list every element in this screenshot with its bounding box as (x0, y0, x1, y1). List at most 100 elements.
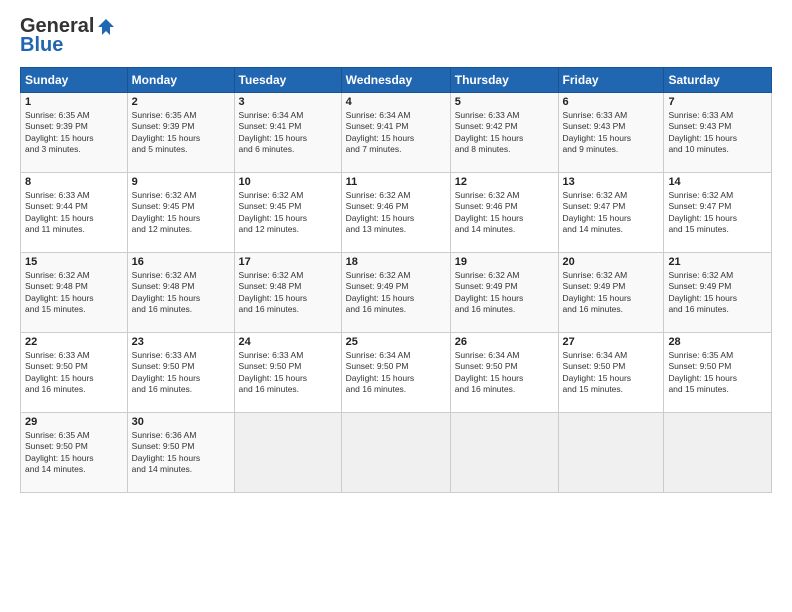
calendar-table: SundayMondayTuesdayWednesdayThursdayFrid… (20, 67, 772, 493)
logo: General Blue (20, 15, 116, 57)
day-number: 19 (455, 256, 554, 268)
calendar-cell: 17 Sunrise: 6:32 AMSunset: 9:48 PMDayligh… (234, 253, 341, 333)
day-info: Sunrise: 6:36 AMSunset: 9:50 PMDaylight:… (132, 430, 230, 476)
day-number: 18 (346, 256, 446, 268)
day-info: Sunrise: 6:34 AMSunset: 9:41 PMDaylight:… (239, 110, 337, 156)
day-info: Sunrise: 6:35 AMSunset: 9:50 PMDaylight:… (25, 430, 123, 476)
header-cell-friday: Friday (558, 68, 664, 93)
calendar-cell: 14 Sunrise: 6:32 AMSunset: 9:47 PMDayligh… (664, 173, 772, 253)
calendar-cell: 15 Sunrise: 6:32 AMSunset: 9:48 PMDayligh… (21, 253, 128, 333)
calendar-cell (664, 413, 772, 493)
week-row-3: 15 Sunrise: 6:32 AMSunset: 9:48 PMDayligh… (21, 253, 772, 333)
calendar-cell: 18 Sunrise: 6:32 AMSunset: 9:49 PMDayligh… (341, 253, 450, 333)
day-number: 22 (25, 336, 123, 348)
calendar-cell: 1 Sunrise: 6:35 AMSunset: 9:39 PMDaylight… (21, 93, 128, 173)
calendar-cell: 21Sunrise: 6:32 AMSunset: 9:49 PMDayligh… (664, 253, 772, 333)
header-cell-tuesday: Tuesday (234, 68, 341, 93)
day-number: 16 (132, 256, 230, 268)
day-number: 25 (346, 336, 446, 348)
header-row: SundayMondayTuesdayWednesdayThursdayFrid… (21, 68, 772, 93)
day-info: Sunrise: 6:33 AMSunset: 9:50 PMDaylight:… (239, 350, 337, 396)
calendar-cell: 16Sunrise: 6:32 AMSunset: 9:48 PMDayligh… (127, 253, 234, 333)
header-cell-sunday: Sunday (21, 68, 128, 93)
day-info: Sunrise: 6:35 AMSunset: 9:50 PMDaylight:… (668, 350, 767, 396)
day-info: Sunrise: 6:33 AMSunset: 9:43 PMDaylight:… (563, 110, 660, 156)
day-number: 21 (668, 256, 767, 268)
calendar-cell: 2Sunrise: 6:35 AMSunset: 9:39 PMDaylight… (127, 93, 234, 173)
week-row-1: 1 Sunrise: 6:35 AMSunset: 9:39 PMDaylight… (21, 93, 772, 173)
day-number: 1 (25, 96, 123, 108)
day-number: 14 (668, 176, 767, 188)
calendar-cell: 22 Sunrise: 6:33 AMSunset: 9:50 PMDayligh… (21, 333, 128, 413)
calendar-cell: 24 Sunrise: 6:33 AMSunset: 9:50 PMDayligh… (234, 333, 341, 413)
day-number: 13 (563, 176, 660, 188)
header-cell-saturday: Saturday (664, 68, 772, 93)
day-info: Sunrise: 6:32 AMSunset: 9:48 PMDaylight:… (239, 270, 337, 316)
calendar-cell: 28Sunrise: 6:35 AMSunset: 9:50 PMDayligh… (664, 333, 772, 413)
calendar-cell: 6 Sunrise: 6:33 AMSunset: 9:43 PMDaylight… (558, 93, 664, 173)
day-number: 15 (25, 256, 123, 268)
calendar-cell: 3 Sunrise: 6:34 AMSunset: 9:41 PMDaylight… (234, 93, 341, 173)
calendar-cell (558, 413, 664, 493)
week-row-2: 8 Sunrise: 6:33 AMSunset: 9:44 PMDaylight… (21, 173, 772, 253)
day-info: Sunrise: 6:32 AMSunset: 9:48 PMDaylight:… (25, 270, 123, 316)
day-number: 2 (132, 96, 230, 108)
day-info: Sunrise: 6:32 AMSunset: 9:49 PMDaylight:… (563, 270, 660, 316)
day-number: 27 (563, 336, 660, 348)
header-cell-wednesday: Wednesday (341, 68, 450, 93)
calendar-cell: 8 Sunrise: 6:33 AMSunset: 9:44 PMDaylight… (21, 173, 128, 253)
day-info: Sunrise: 6:34 AMSunset: 9:50 PMDaylight:… (346, 350, 446, 396)
day-number: 23 (132, 336, 230, 348)
day-info: Sunrise: 6:32 AMSunset: 9:45 PMDaylight:… (239, 190, 337, 236)
day-info: Sunrise: 6:33 AMSunset: 9:50 PMDaylight:… (25, 350, 123, 396)
day-info: Sunrise: 6:32 AMSunset: 9:49 PMDaylight:… (455, 270, 554, 316)
day-number: 17 (239, 256, 337, 268)
day-info: Sunrise: 6:32 AMSunset: 9:47 PMDaylight:… (668, 190, 767, 236)
calendar-cell: 12Sunrise: 6:32 AMSunset: 9:46 PMDayligh… (450, 173, 558, 253)
logo-icon (96, 17, 116, 37)
day-number: 7 (668, 96, 767, 108)
calendar-cell: 29Sunrise: 6:35 AMSunset: 9:50 PMDayligh… (21, 413, 128, 493)
page: General Blue SundayMondayTuesdayWednesda… (0, 0, 792, 612)
calendar-cell: 4Sunrise: 6:34 AMSunset: 9:41 PMDaylight… (341, 93, 450, 173)
day-info: Sunrise: 6:34 AMSunset: 9:50 PMDaylight:… (563, 350, 660, 396)
day-info: Sunrise: 6:32 AMSunset: 9:46 PMDaylight:… (346, 190, 446, 236)
day-info: Sunrise: 6:33 AMSunset: 9:44 PMDaylight:… (25, 190, 123, 236)
day-number: 26 (455, 336, 554, 348)
day-number: 8 (25, 176, 123, 188)
day-info: Sunrise: 6:32 AMSunset: 9:47 PMDaylight:… (563, 190, 660, 236)
day-info: Sunrise: 6:32 AMSunset: 9:45 PMDaylight:… (132, 190, 230, 236)
calendar-cell: 5Sunrise: 6:33 AMSunset: 9:42 PMDaylight… (450, 93, 558, 173)
calendar-cell: 11 Sunrise: 6:32 AMSunset: 9:46 PMDayligh… (341, 173, 450, 253)
day-info: Sunrise: 6:32 AMSunset: 9:49 PMDaylight:… (346, 270, 446, 316)
calendar-header: SundayMondayTuesdayWednesdayThursdayFrid… (21, 68, 772, 93)
logo-blue-text: Blue (20, 34, 63, 57)
day-number: 4 (346, 96, 446, 108)
day-number: 6 (563, 96, 660, 108)
day-number: 20 (563, 256, 660, 268)
calendar-cell (450, 413, 558, 493)
calendar-cell: 13 Sunrise: 6:32 AMSunset: 9:47 PMDayligh… (558, 173, 664, 253)
week-row-5: 29Sunrise: 6:35 AMSunset: 9:50 PMDayligh… (21, 413, 772, 493)
calendar-cell: 9 Sunrise: 6:32 AMSunset: 9:45 PMDaylight… (127, 173, 234, 253)
day-info: Sunrise: 6:33 AMSunset: 9:50 PMDaylight:… (132, 350, 230, 396)
day-number: 9 (132, 176, 230, 188)
day-number: 3 (239, 96, 337, 108)
day-info: Sunrise: 6:32 AMSunset: 9:46 PMDaylight:… (455, 190, 554, 236)
calendar-cell: 26Sunrise: 6:34 AMSunset: 9:50 PMDayligh… (450, 333, 558, 413)
header-cell-thursday: Thursday (450, 68, 558, 93)
calendar-cell: 23 Sunrise: 6:33 AMSunset: 9:50 PMDayligh… (127, 333, 234, 413)
calendar-body: 1 Sunrise: 6:35 AMSunset: 9:39 PMDaylight… (21, 93, 772, 493)
calendar-cell: 10Sunrise: 6:32 AMSunset: 9:45 PMDayligh… (234, 173, 341, 253)
calendar-cell: 20 Sunrise: 6:32 AMSunset: 9:49 PMDayligh… (558, 253, 664, 333)
day-info: Sunrise: 6:35 AMSunset: 9:39 PMDaylight:… (25, 110, 123, 156)
header: General Blue (20, 15, 772, 57)
calendar-cell: 7Sunrise: 6:33 AMSunset: 9:43 PMDaylight… (664, 93, 772, 173)
day-number: 30 (132, 416, 230, 428)
calendar-cell: 19 Sunrise: 6:32 AMSunset: 9:49 PMDayligh… (450, 253, 558, 333)
day-number: 11 (346, 176, 446, 188)
day-number: 24 (239, 336, 337, 348)
day-info: Sunrise: 6:33 AMSunset: 9:42 PMDaylight:… (455, 110, 554, 156)
calendar-cell: 27 Sunrise: 6:34 AMSunset: 9:50 PMDayligh… (558, 333, 664, 413)
calendar-cell (234, 413, 341, 493)
